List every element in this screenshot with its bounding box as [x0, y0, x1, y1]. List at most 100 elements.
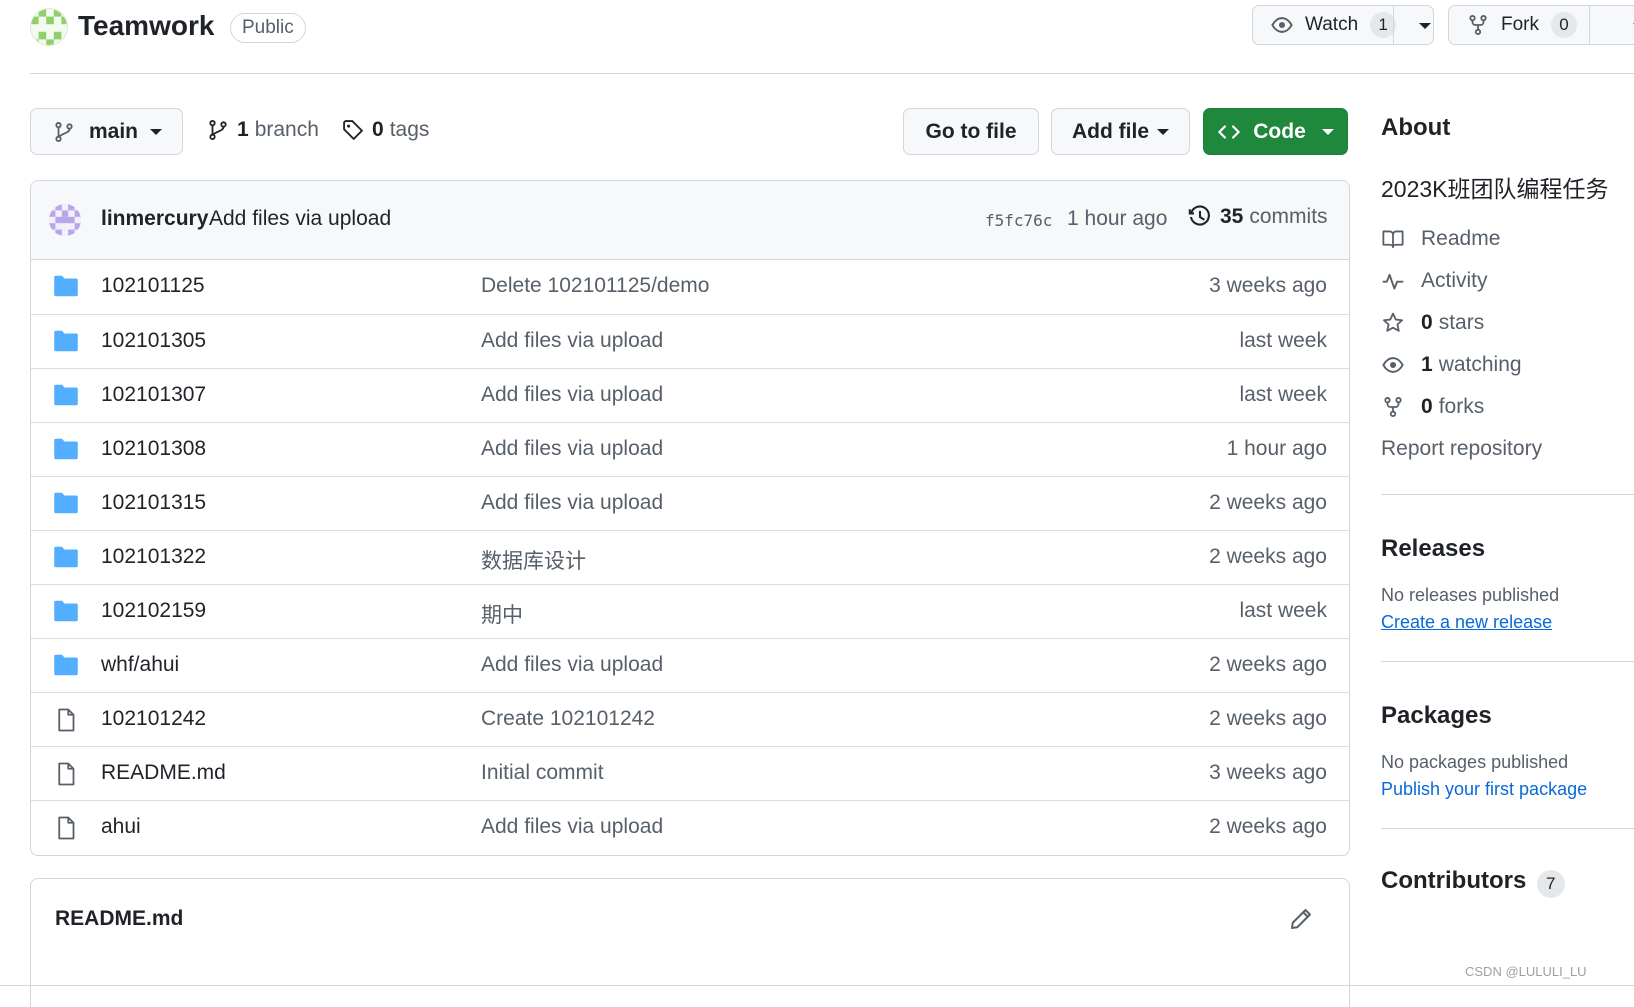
- code-icon: [1217, 121, 1241, 143]
- file-commit-message[interactable]: 数据库设计: [481, 545, 586, 575]
- file-commit-time: 1 hour ago: [1226, 437, 1327, 460]
- releases-empty-text: No releases published: [1381, 585, 1560, 605]
- commit-sha[interactable]: f5fc76c: [985, 211, 1052, 230]
- create-release-link[interactable]: Create a new release: [1381, 612, 1634, 633]
- branch-count: 1: [237, 118, 249, 141]
- commit-count: 35: [1220, 205, 1244, 228]
- add-file-button[interactable]: Add file: [1051, 108, 1190, 155]
- latest-commit-bar: linmercury Add files via upload f5fc76c …: [31, 181, 1349, 260]
- chevron-down-icon[interactable]: [1419, 23, 1431, 29]
- file-name[interactable]: 102101305: [101, 329, 206, 353]
- repo-name[interactable]: Teamwork: [78, 10, 214, 42]
- file-commit-message[interactable]: Add files via upload: [481, 653, 663, 677]
- readme-title[interactable]: README.md: [55, 907, 183, 931]
- folder-icon: [53, 330, 79, 357]
- file-commit-message[interactable]: Add files via upload: [481, 815, 663, 839]
- stars-link[interactable]: 0 stars: [1381, 302, 1634, 344]
- file-row[interactable]: 102102159 期中 last week: [31, 584, 1349, 638]
- watch-divider: [1393, 6, 1394, 44]
- file-commit-message[interactable]: Add files via upload: [481, 491, 663, 515]
- file-row[interactable]: 102101308 Add files via upload 1 hour ago: [31, 422, 1349, 476]
- report-repository-link[interactable]: Report repository: [1381, 428, 1634, 470]
- file-name[interactable]: 102102159: [101, 599, 206, 623]
- readme-link[interactable]: Readme: [1381, 218, 1634, 260]
- folder-icon: [53, 546, 79, 573]
- file-commit-message[interactable]: Create 102101242: [481, 707, 655, 731]
- go-to-file-button[interactable]: Go to file: [903, 108, 1039, 155]
- star-icon: [1381, 312, 1421, 334]
- code-label: Code: [1253, 119, 1306, 143]
- file-commit-message[interactable]: Delete 102101125/demo: [481, 274, 709, 298]
- file-commit-time: 2 weeks ago: [1209, 491, 1327, 514]
- file-row[interactable]: 102101307 Add files via upload last week: [31, 368, 1349, 422]
- file-name[interactable]: ahui: [101, 815, 141, 839]
- file-row[interactable]: 102101125 Delete 102101125/demo 3 weeks ag…: [31, 260, 1349, 314]
- file-row[interactable]: 102101315 Add files via upload 2 weeks ago: [31, 476, 1349, 530]
- sidebar-divider: [1381, 828, 1634, 829]
- file-name[interactable]: 102101308: [101, 437, 206, 461]
- commit-author[interactable]: linmercury: [101, 207, 208, 231]
- eye-icon: [1381, 354, 1421, 376]
- commit-time: 1 hour ago: [1067, 207, 1168, 230]
- contributors-heading[interactable]: Contributors: [1381, 867, 1526, 894]
- commits-link[interactable]: 35 commits: [1188, 205, 1328, 229]
- repo-avatar[interactable]: [30, 8, 68, 46]
- watch-button[interactable]: Watch 1: [1252, 5, 1434, 45]
- tag-count-label: tags: [389, 118, 430, 141]
- watch-label: Watch: [1305, 14, 1359, 35]
- readme-link-label: Readme: [1421, 227, 1501, 250]
- file-browser: linmercury Add files via upload f5fc76c …: [30, 180, 1350, 856]
- file-name[interactable]: 102101242: [101, 707, 206, 731]
- file-commit-message[interactable]: Add files via upload: [481, 437, 663, 461]
- branches-link[interactable]: 1 branch: [207, 118, 319, 142]
- file-name[interactable]: 102101307: [101, 383, 206, 407]
- branch-count-label: branch: [254, 118, 319, 141]
- branch-name: main: [89, 119, 139, 143]
- watching-count: 1: [1421, 353, 1433, 376]
- eye-icon: [1271, 14, 1293, 36]
- file-name[interactable]: 102101315: [101, 491, 206, 515]
- pulse-icon: [1381, 270, 1421, 292]
- activity-link[interactable]: Activity: [1381, 260, 1634, 302]
- publish-package-link[interactable]: Publish your first package: [1381, 779, 1634, 800]
- file-row[interactable]: 102101242 Create 102101242 2 weeks ago: [31, 692, 1349, 746]
- code-button[interactable]: Code: [1203, 108, 1348, 155]
- commit-count-label: commits: [1249, 205, 1328, 228]
- commit-message[interactable]: Add files via upload: [209, 207, 391, 231]
- file-row[interactable]: 102101305 Add files via upload last week: [31, 314, 1349, 368]
- fork-button[interactable]: Fork 0: [1448, 5, 1634, 45]
- file-row[interactable]: README.md Initial commit 3 weeks ago: [31, 746, 1349, 800]
- packages-heading[interactable]: Packages: [1381, 702, 1634, 730]
- avatar[interactable]: [49, 204, 81, 236]
- file-commit-message[interactable]: Add files via upload: [481, 383, 663, 407]
- file-row[interactable]: ahui Add files via upload 2 weeks ago: [31, 800, 1349, 854]
- file-commit-time: 2 weeks ago: [1209, 653, 1327, 676]
- file-name[interactable]: 102101322: [101, 545, 206, 569]
- file-row[interactable]: 102101322 数据库设计 2 weeks ago: [31, 530, 1349, 584]
- file-name[interactable]: README.md: [101, 761, 226, 785]
- releases-heading[interactable]: Releases: [1381, 535, 1634, 563]
- file-commit-time: last week: [1239, 329, 1327, 352]
- watching-link[interactable]: 1 watching: [1381, 344, 1634, 386]
- file-row[interactable]: whf/ahui Add files via upload 2 weeks ago: [31, 638, 1349, 692]
- fork-divider: [1589, 6, 1590, 44]
- pencil-icon[interactable]: [1289, 907, 1313, 936]
- file-commit-time: last week: [1239, 383, 1327, 406]
- file-name[interactable]: 102101125: [101, 274, 205, 298]
- file-commit-message[interactable]: 期中: [481, 599, 523, 629]
- file-commit-time: last week: [1239, 599, 1327, 622]
- activity-link-label: Activity: [1421, 269, 1488, 292]
- tags-link[interactable]: 0 tags: [342, 118, 429, 142]
- file-commit-time: 2 weeks ago: [1209, 707, 1327, 730]
- file-commit-time: 3 weeks ago: [1209, 274, 1327, 297]
- branch-select[interactable]: main: [30, 108, 183, 155]
- file-name[interactable]: whf/ahui: [101, 653, 179, 677]
- file-commit-message[interactable]: Initial commit: [481, 761, 604, 785]
- about-heading: About: [1381, 114, 1451, 141]
- packages-empty-text: No packages published: [1381, 752, 1569, 772]
- folder-icon: [53, 384, 79, 411]
- stars-label: stars: [1438, 311, 1485, 334]
- file-commit-message[interactable]: Add files via upload: [481, 329, 663, 353]
- forks-label: forks: [1438, 395, 1485, 418]
- forks-link[interactable]: 0 forks: [1381, 386, 1634, 428]
